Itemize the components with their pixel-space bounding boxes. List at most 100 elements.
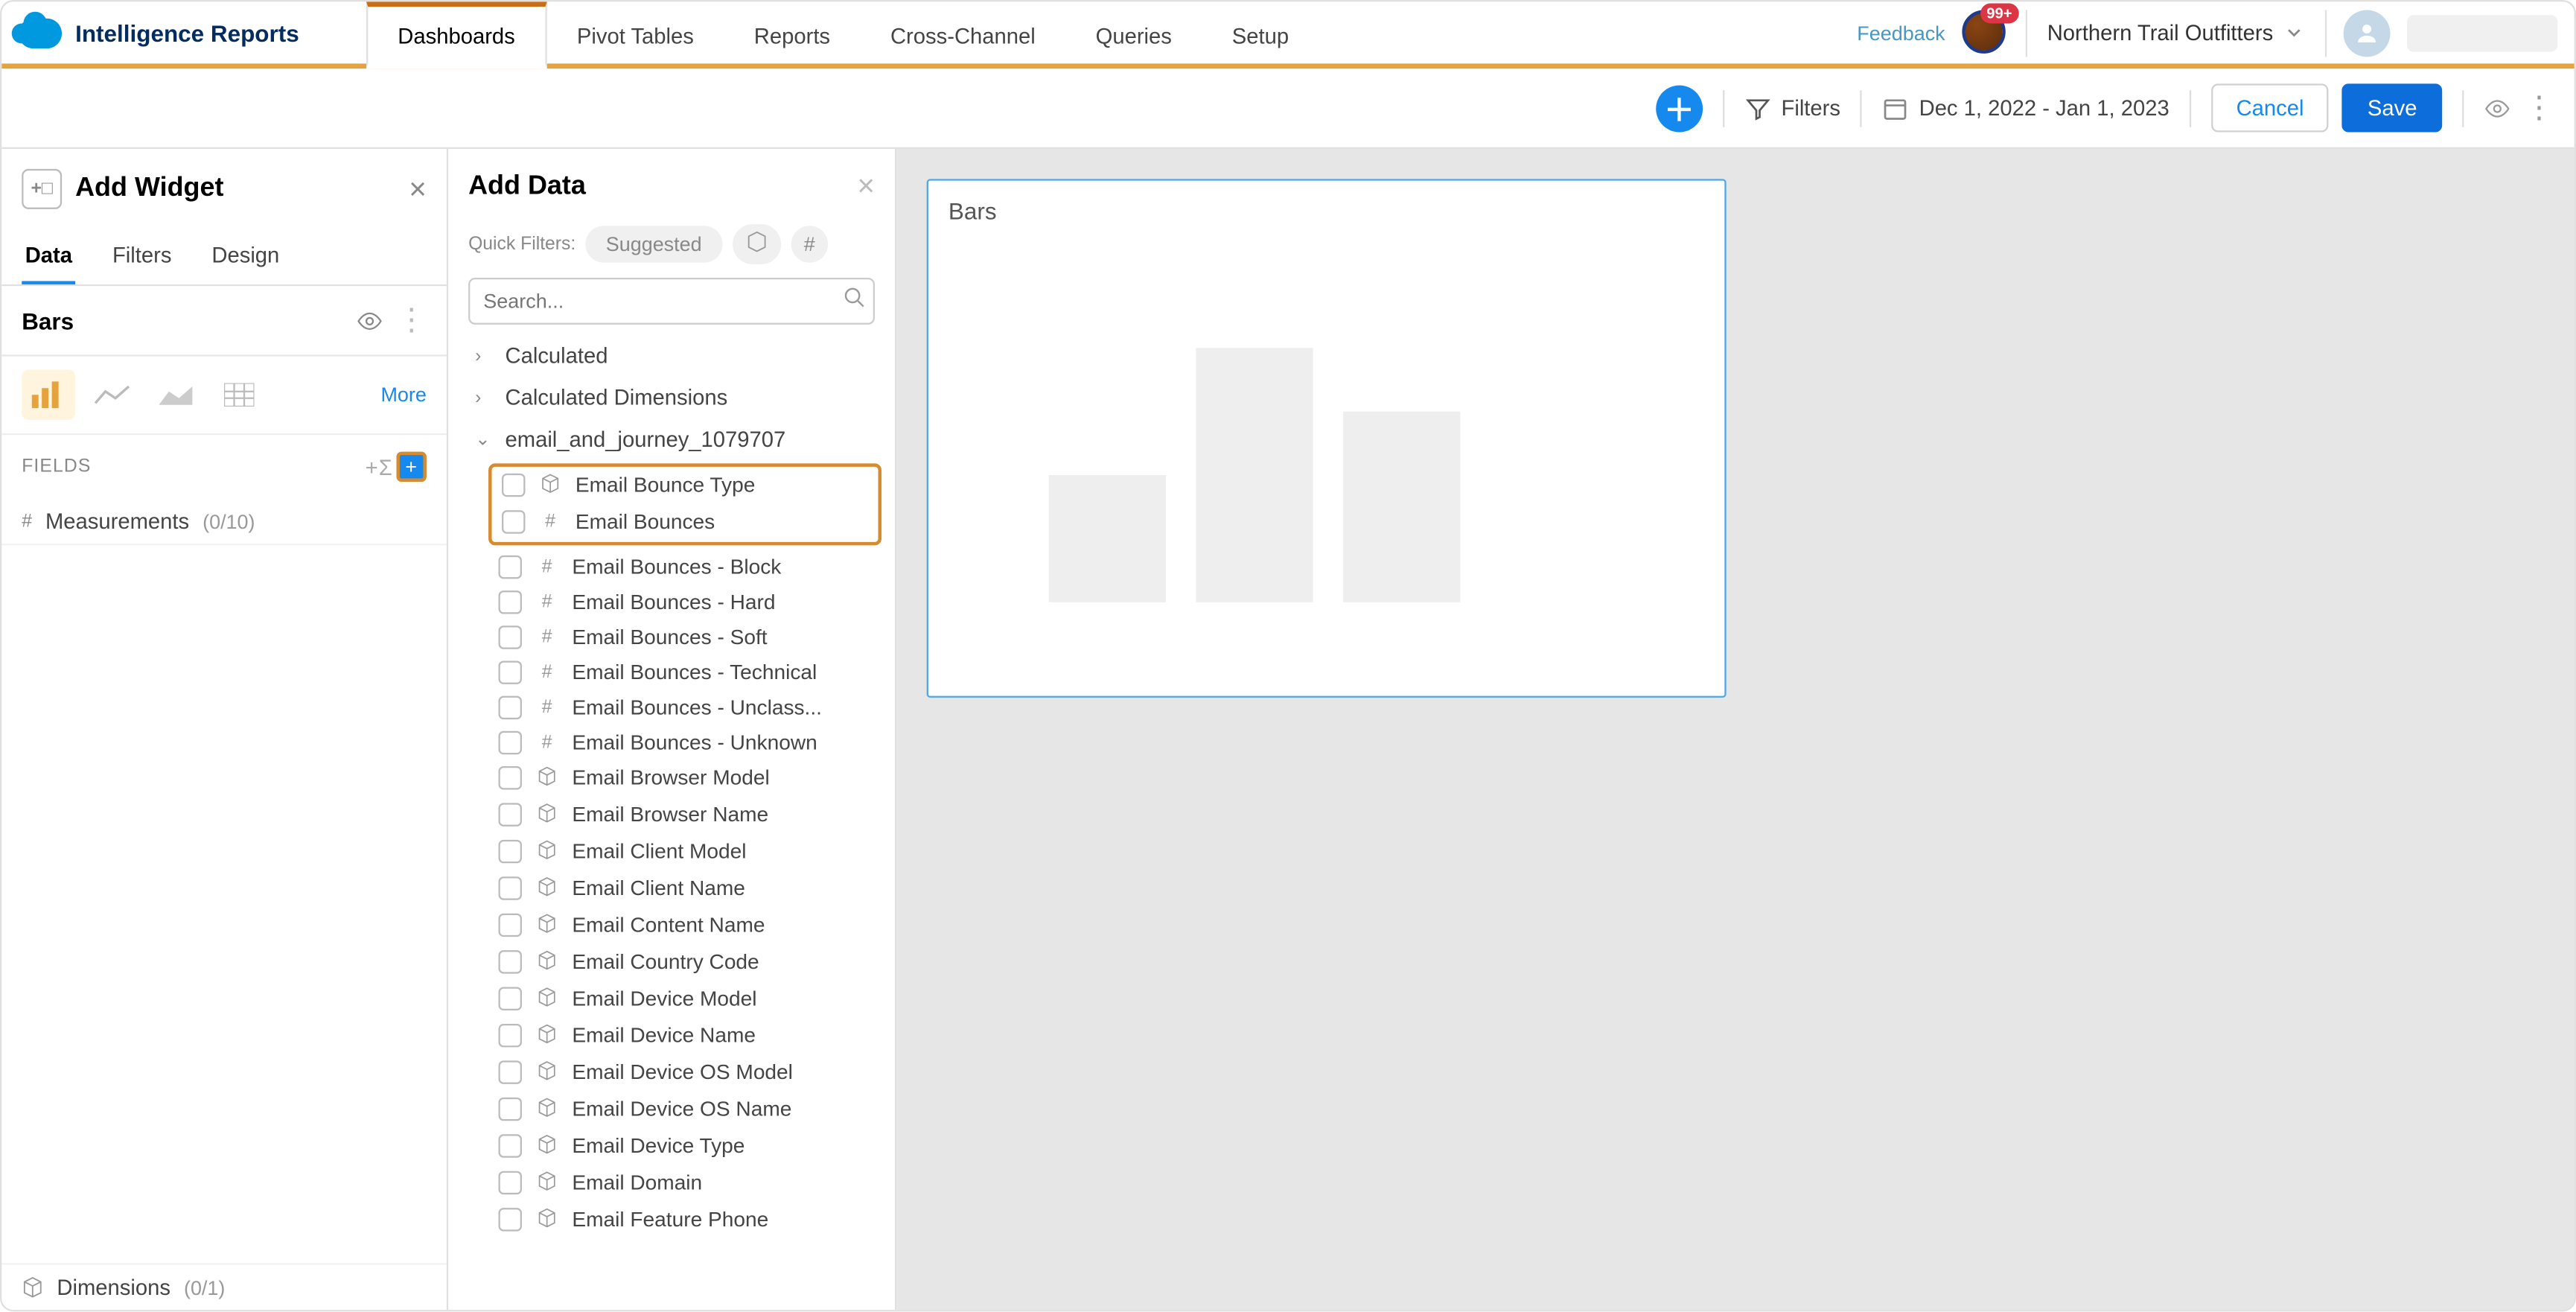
field-item[interactable]: #Email Bounces - Unclass... [462,690,888,725]
field-item[interactable]: #Email Bounces - Technical [462,654,888,689]
field-item[interactable]: Email Bounce Type [492,467,879,503]
field-item[interactable]: Email Domain [462,1165,888,1201]
checkbox[interactable] [499,803,522,826]
chart-type-table[interactable] [212,370,266,420]
checkbox[interactable] [499,730,522,754]
field-item[interactable]: #Email Bounces - Soft [462,619,888,654]
field-item[interactable]: Email Browser Name [462,796,888,832]
sub-tab-filters[interactable]: Filters [109,232,174,284]
field-item[interactable]: #Email Bounces - Block [462,549,888,584]
checkbox[interactable] [499,555,522,578]
field-label: Email Device Type [572,1134,745,1157]
sigma-icon[interactable]: +Σ [366,454,393,480]
field-item[interactable]: Email Device OS Model [462,1054,888,1090]
field-item[interactable]: Email Client Model [462,833,888,870]
filters-button[interactable]: Filters [1744,95,1840,121]
nav-tab-dashboards[interactable]: Dashboards [366,1,547,69]
checkbox[interactable] [499,1208,522,1231]
field-item[interactable]: Email Content Name [462,907,888,943]
field-item[interactable]: Email Feature Phone [462,1201,888,1238]
add-widget-panel: +□ Add Widget × DataFiltersDesign Bars ⋮ [1,149,448,1310]
nav-tab-setup[interactable]: Setup [1202,1,1319,63]
more-menu-icon[interactable]: ⋮ [2524,90,2554,125]
checkbox[interactable] [499,876,522,899]
checkbox[interactable] [499,766,522,789]
feedback-link[interactable]: Feedback [1857,21,1945,44]
field-item[interactable]: Email Device OS Name [462,1091,888,1127]
widget-more-icon[interactable]: ⋮ [396,303,426,338]
widget-card-title: Bars [949,197,1705,224]
checkbox[interactable] [499,625,522,648]
field-label: Email Client Model [572,840,746,863]
checkbox[interactable] [499,1134,522,1157]
checkbox[interactable] [502,474,525,497]
field-item[interactable]: Email Device Model [462,981,888,1017]
tree-category[interactable]: ›Calculated [462,334,888,376]
more-chart-types-link[interactable]: More [380,383,426,406]
tree-category[interactable]: ›Calculated Dimensions [462,377,888,418]
field-label: Email Device OS Name [572,1098,791,1121]
date-range-picker[interactable]: Dec 1, 2022 - Jan 1, 2023 [1882,95,2169,121]
checkbox[interactable] [499,914,522,937]
checkbox[interactable] [502,509,525,532]
chart-type-line[interactable] [86,370,139,420]
field-label: Email Domain [572,1171,702,1194]
user-avatar[interactable] [2344,9,2391,56]
sub-tab-design[interactable]: Design [208,232,283,284]
close-add-data-icon[interactable]: × [857,169,875,204]
field-label: Email Browser Name [572,803,768,826]
quick-filters-label: Quick Filters: [468,235,576,255]
notification-bell[interactable]: 99+ [1962,9,2009,56]
dashboard-canvas[interactable]: Bars [896,149,2574,1310]
search-input[interactable] [468,278,875,325]
sub-tab-data[interactable]: Data [22,232,75,284]
checkbox[interactable] [499,987,522,1010]
field-item[interactable]: Email Browser Model [462,760,888,796]
hash-icon: # [22,511,32,531]
field-item[interactable]: Email Country Code [462,943,888,980]
nav-tab-pivot-tables[interactable]: Pivot Tables [546,1,724,63]
field-item[interactable]: Email Client Name [462,870,888,906]
bars-widget-card[interactable]: Bars [927,179,1727,697]
field-label: Email Feature Phone [572,1208,768,1231]
checkbox[interactable] [499,695,522,719]
close-add-widget-icon[interactable]: × [409,171,427,206]
field-item[interactable]: #Email Bounces - Unknown [462,725,888,760]
suggested-pill[interactable]: Suggested [586,226,722,262]
field-item[interactable]: Email Device Name [462,1017,888,1054]
org-selector[interactable]: Northern Trail Outfitters [2026,9,2327,56]
measure-filter-pill[interactable]: # [791,226,829,262]
save-button[interactable]: Save [2342,83,2442,132]
checkbox[interactable] [499,1098,522,1121]
add-widget-button[interactable]: ＋ [1656,84,1703,131]
dimensions-section[interactable]: Dimensions (0/1) [1,1263,447,1310]
checkbox[interactable] [499,1171,522,1194]
field-item[interactable]: #Email Bounces [492,503,879,538]
person-icon [2353,19,2380,46]
tree-category[interactable]: ⌄email_and_journey_1079707 [462,418,888,460]
dimension-filter-pill[interactable] [732,224,780,264]
chart-type-area[interactable] [149,370,203,420]
hash-icon: # [538,511,561,531]
field-label: Email Bounces - Unclass... [572,695,822,719]
checkbox[interactable] [499,950,522,973]
field-item[interactable]: #Email Bounces - Hard [462,584,888,619]
eye-icon[interactable] [357,307,383,334]
chart-type-bar[interactable] [22,370,75,420]
nav-tab-queries[interactable]: Queries [1065,1,1202,63]
filters-label: Filters [1781,95,1840,121]
add-field-button[interactable]: + [396,452,426,482]
checkbox[interactable] [499,590,522,613]
placeholder-bar [1196,348,1313,602]
checkbox[interactable] [499,1060,522,1083]
checkbox[interactable] [499,840,522,863]
nav-tab-reports[interactable]: Reports [724,1,860,63]
cube-icon [535,949,558,975]
field-item[interactable]: Email Device Type [462,1127,888,1164]
checkbox[interactable] [499,660,522,683]
visibility-toggle-icon[interactable] [2484,95,2510,121]
nav-tab-cross-channel[interactable]: Cross-Channel [861,1,1066,63]
checkbox[interactable] [499,1024,522,1047]
measurements-section[interactable]: # Measurements (0/10) [1,499,447,546]
cancel-button[interactable]: Cancel [2211,83,2329,132]
